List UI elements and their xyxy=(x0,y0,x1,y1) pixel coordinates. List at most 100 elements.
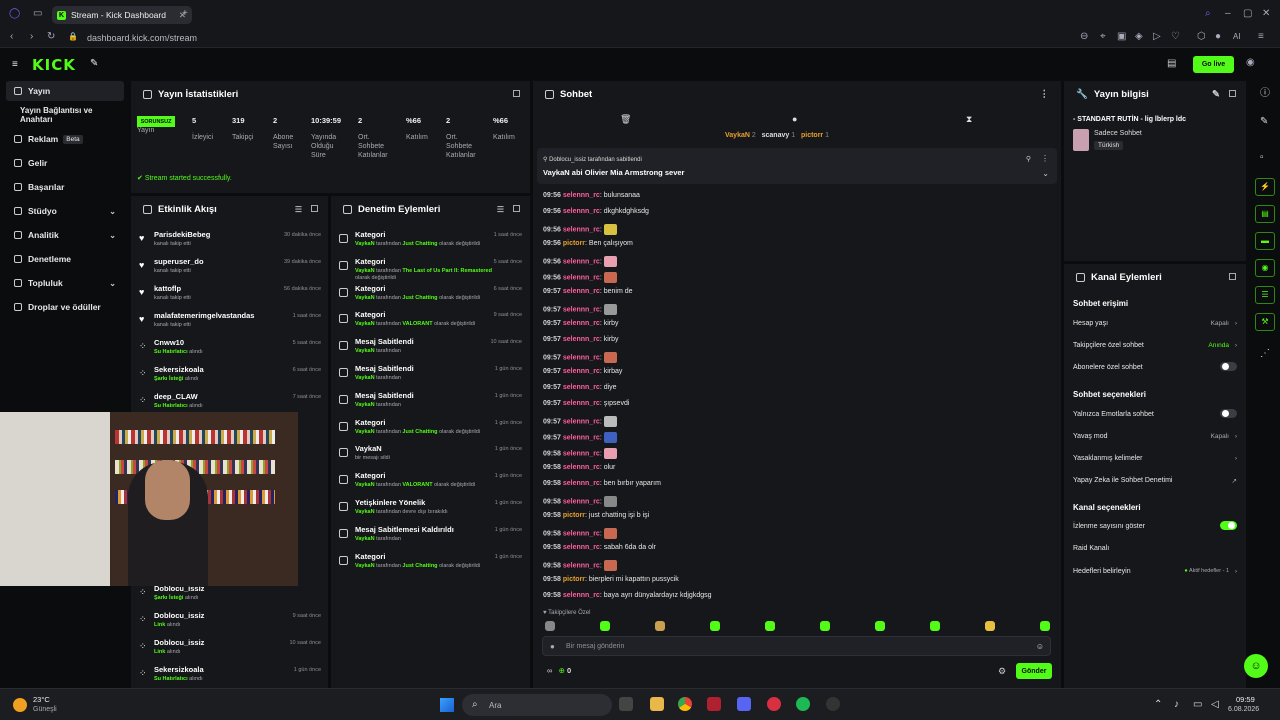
popout-icon[interactable] xyxy=(1229,90,1236,97)
chat-user[interactable]: selennn_rc xyxy=(563,400,600,407)
chat-message[interactable]: 09:57 selennn_rc: xyxy=(543,352,617,363)
opera-icon[interactable] xyxy=(767,697,781,711)
chat-message[interactable]: 09:58 selennn_rc: xyxy=(543,528,617,539)
play-icon[interactable]: ▷ xyxy=(1153,32,1161,42)
chrome-icon[interactable] xyxy=(678,697,692,711)
activity-item[interactable]: ⁘ Doblocu_issiz Şarkı İsteği alındı xyxy=(137,582,325,609)
hamburger-icon[interactable]: ≡ xyxy=(12,60,18,70)
chat-user[interactable]: selennn_rc xyxy=(563,562,600,569)
kick-logo[interactable]: KICK xyxy=(32,56,76,74)
emote-icon[interactable] xyxy=(930,621,940,631)
avatar[interactable]: ◉ xyxy=(1246,58,1255,68)
followers-only-row[interactable]: Takipçilere özel sohbet Anında › xyxy=(1073,342,1241,349)
moderation-item[interactable]: Kategori VaykaN tarafından Just Chatting … xyxy=(336,417,524,444)
chat-message[interactable]: 09:57 selennn_rc: kirby xyxy=(543,336,619,343)
sidebar-item-droplar[interactable]: Droplar ve ödüller xyxy=(6,297,124,317)
mic-icon[interactable]: ♪ xyxy=(1174,700,1179,710)
chat-message[interactable]: 09:58 selennn_rc: xyxy=(543,496,617,507)
chat-user[interactable]: selennn_rc xyxy=(563,192,600,199)
url-field[interactable]: dashboard.kick.com/stream xyxy=(87,33,197,43)
sidebar-item-yayin[interactable]: Yayın xyxy=(6,81,124,101)
clock-time[interactable]: 09:59 xyxy=(1236,695,1255,704)
moderation-item[interactable]: Kategori VaykaN tarafından VALORANT olara… xyxy=(336,309,524,336)
sidebar-item-analitik[interactable]: Analitik ⌄ xyxy=(6,225,124,245)
opera-logo-icon[interactable]: ◯ xyxy=(9,9,20,19)
activity-item[interactable]: ⁘ Sekersizkoala Şarkı İsteği alındı 6 saat … xyxy=(137,363,325,390)
emote-icon[interactable] xyxy=(600,621,610,631)
pen-icon[interactable]: ✎ xyxy=(1260,117,1268,127)
ai-button[interactable]: AI xyxy=(1233,32,1241,42)
chevron-down-icon[interactable]: ⌄ xyxy=(1042,169,1049,178)
chat-message[interactable]: 09:56 selennn_rc: xyxy=(543,224,617,235)
moderation-item[interactable]: Mesaj Sabitlendi VaykaN tarafından 10 saat… xyxy=(336,336,524,363)
document-icon[interactable]: ▤ xyxy=(1255,205,1275,223)
chat-user[interactable]: pictorr xyxy=(563,240,585,247)
more-icon[interactable]: ⋮ xyxy=(1041,154,1049,163)
top-user-2[interactable]: scanavy xyxy=(762,132,790,139)
sidebar-item-gelir[interactable]: Gelir xyxy=(6,153,124,173)
chat-user[interactable]: selennn_rc xyxy=(563,288,600,295)
broadcast-icon[interactable]: ◉ xyxy=(1255,259,1275,277)
slow-mode-row[interactable]: Yavaş mod Kapalı › xyxy=(1073,433,1241,440)
chat-message[interactable]: 09:58 pictorr: just chatting işi b işi xyxy=(543,512,649,519)
new-tab-icon[interactable]: + xyxy=(182,9,188,19)
shield-icon[interactable]: ◈ xyxy=(1135,32,1143,42)
chat-user[interactable]: selennn_rc xyxy=(563,226,600,233)
back-icon[interactable]: ‹ xyxy=(10,32,13,42)
activity-item[interactable]: ♥ malafatemerimgelvastandas kanalı takip e… xyxy=(137,309,325,336)
chat-user[interactable]: selennn_rc xyxy=(563,354,600,361)
browser-tab-kick[interactable]: K Stream - Kick Dashboard ✕ xyxy=(52,6,192,24)
chat-user[interactable]: selennn_rc xyxy=(563,592,600,599)
filter-icon[interactable]: ☰ xyxy=(295,205,302,214)
banned-words-row[interactable]: Yasaklanmış kelimeler › xyxy=(1073,455,1241,462)
windows-start-icon[interactable] xyxy=(440,698,454,712)
activity-item[interactable]: ⁘ Doblocu_issiz Link alındı 9 saat önce xyxy=(137,609,325,636)
moderation-item[interactable]: Kategori VaykaN tarafından VALORANT olara… xyxy=(336,470,524,497)
emote-only-toggle[interactable] xyxy=(1220,409,1237,418)
chat-icon[interactable]: ▬ xyxy=(1255,232,1275,250)
weather-temp[interactable]: 23°C xyxy=(33,695,50,704)
chat-user[interactable]: selennn_rc xyxy=(563,274,600,281)
chat-user[interactable]: selennn_rc xyxy=(563,320,600,327)
chat-user[interactable]: selennn_rc xyxy=(563,434,600,441)
filter-icon[interactable]: ☰ xyxy=(497,205,504,214)
forward-icon[interactable]: › xyxy=(30,32,33,42)
file-explorer-icon[interactable] xyxy=(650,697,664,711)
popout-icon[interactable] xyxy=(311,205,318,212)
volume-icon[interactable]: ◁ xyxy=(1211,700,1219,710)
chat-user[interactable]: selennn_rc xyxy=(563,208,600,215)
pin-icon[interactable]: ⌖ xyxy=(1100,32,1106,42)
wrench-icon[interactable]: ⚒ xyxy=(1255,313,1275,331)
popout-icon[interactable] xyxy=(513,90,520,97)
activity-item[interactable]: ⁘ Sekersizkoala Su Hatırlatıcı alındı 1 gün… xyxy=(137,663,325,690)
trash-icon[interactable]: 🗑 xyxy=(620,114,631,124)
chat-input[interactable]: ● Bir mesaj gönderin ☺ xyxy=(542,636,1051,656)
emote-icon[interactable] xyxy=(1040,621,1050,631)
category-name[interactable]: Sadece Sohbet xyxy=(1094,130,1142,137)
share-icon[interactable]: ⋰ xyxy=(1260,349,1270,359)
popout-icon[interactable] xyxy=(1229,273,1236,280)
chat-message[interactable]: 09:57 selennn_rc: kirbay xyxy=(543,368,622,375)
ai-moderation-row[interactable]: Yapay Zeka ile Sohbet Denetimi ↗ xyxy=(1073,477,1241,485)
search-icon[interactable]: ⌕ xyxy=(1205,9,1211,19)
discord-icon[interactable] xyxy=(737,697,751,711)
top-user-3[interactable]: pictorr xyxy=(801,132,823,139)
chat-user[interactable]: pictorr xyxy=(563,576,585,583)
chat-message[interactable]: 09:57 selennn_rc: xyxy=(543,432,617,443)
reload-icon[interactable]: ↻ xyxy=(47,32,55,42)
moderation-item[interactable]: Kategori VaykaN tarafından The Last of Us… xyxy=(336,256,524,283)
go-live-button[interactable]: Go live xyxy=(1193,56,1234,73)
dashboard-icon[interactable]: ▫ xyxy=(1260,153,1264,163)
tray-chevron-icon[interactable]: ⌃ xyxy=(1154,700,1162,710)
sidebar-item-studyo[interactable]: Stüdyo ⌄ xyxy=(6,201,124,221)
moderation-item[interactable]: Kategori VaykaN tarafından Just Chatting … xyxy=(336,283,524,310)
moderation-item[interactable]: Mesaj Sabitlendi VaykaN tarafından 1 gün ö… xyxy=(336,363,524,390)
spotify-icon[interactable] xyxy=(796,697,810,711)
chat-message[interactable]: 09:56 selennn_rc: dkghkdghksdg xyxy=(543,208,649,215)
menu-icon[interactable]: ≡ xyxy=(1258,32,1264,42)
chat-user[interactable]: selennn_rc xyxy=(563,418,600,425)
sidebar-item-reklam[interactable]: Reklam Beta xyxy=(6,129,124,149)
moderation-item[interactable]: Yetişkinlere Yönelik VaykaN tarafından de… xyxy=(336,497,524,524)
chat-message[interactable]: 09:56 pictorr: Ben çalışıyom xyxy=(543,240,633,247)
unpin-icon[interactable]: ⚲ xyxy=(1026,155,1031,163)
